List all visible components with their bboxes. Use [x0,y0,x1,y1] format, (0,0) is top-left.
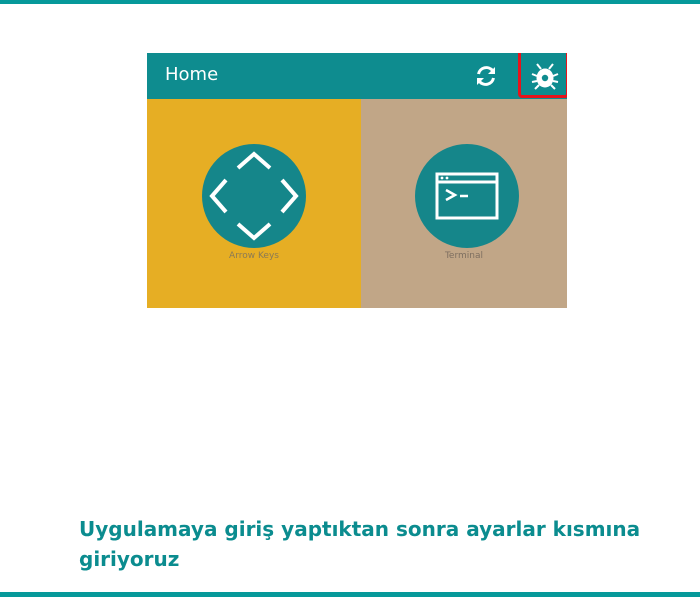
settings-highlight-box [518,53,567,98]
terminal-icon [415,144,519,248]
tile-arrow-keys-label: Arrow Keys [229,251,279,261]
tile-arrow-keys[interactable]: Arrow Keys [147,99,361,308]
app-bar-title: Home [165,64,219,85]
tile-terminal-label: Terminal [444,251,484,261]
caption-text: Uygulamaya giriş yaptıktan sonra ayarlar… [79,517,641,571]
arrow-keys-icon [202,144,306,248]
app-bar: Home [147,53,567,99]
tile-terminal[interactable]: Terminal [361,99,567,308]
app-screenshot: Home Arrow Keys Terminal [147,53,567,308]
bottom-rule [0,592,700,597]
top-rule [0,0,700,4]
refresh-icon[interactable] [472,62,500,90]
